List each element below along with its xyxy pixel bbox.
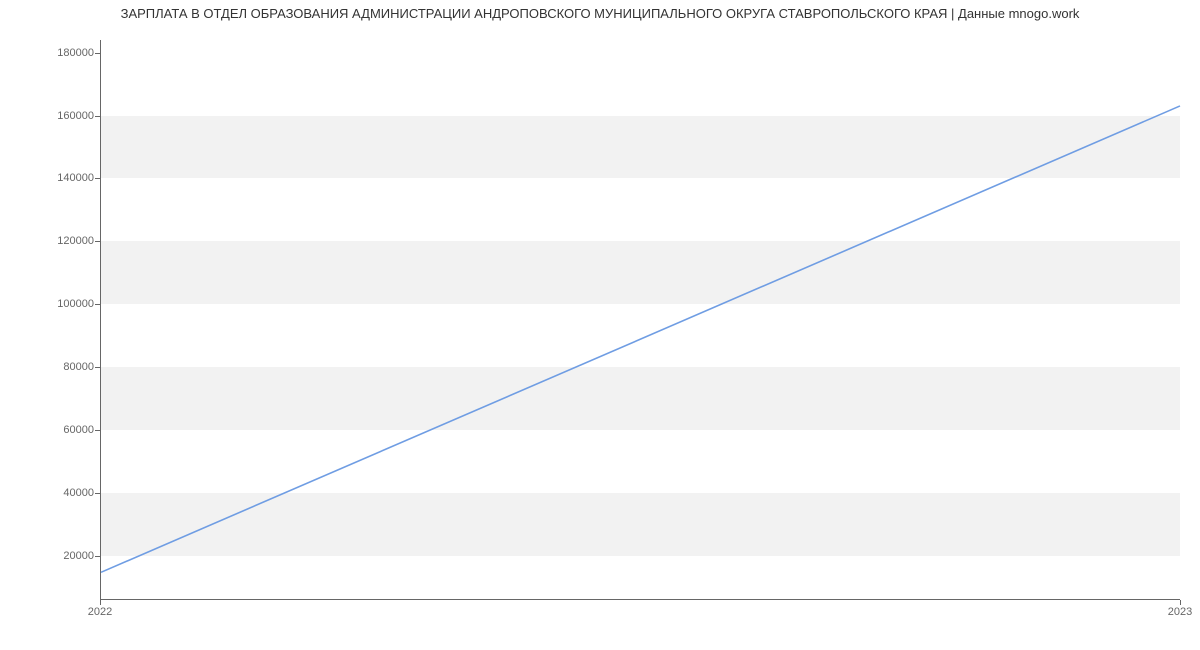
x-tick-mark: [1180, 600, 1181, 605]
y-tick-label: 20000: [34, 550, 94, 562]
y-tick-label: 60000: [34, 424, 94, 436]
y-tick-label: 100000: [34, 298, 94, 310]
y-tick-label: 140000: [34, 172, 94, 184]
y-tick-mark: [95, 430, 100, 431]
y-tick-mark: [95, 116, 100, 117]
y-tick-mark: [95, 493, 100, 494]
x-tick-label: 2022: [88, 606, 112, 618]
chart-container: ЗАРПЛАТА В ОТДЕЛ ОБРАЗОВАНИЯ АДМИНИСТРАЦ…: [0, 0, 1200, 650]
x-tick-label: 2023: [1168, 606, 1192, 618]
y-tick-label: 180000: [34, 47, 94, 59]
y-tick-label: 160000: [34, 110, 94, 122]
y-tick-mark: [95, 241, 100, 242]
plot-area: [100, 40, 1180, 600]
y-tick-mark: [95, 304, 100, 305]
y-tick-mark: [95, 367, 100, 368]
y-tick-label: 120000: [34, 235, 94, 247]
y-tick-mark: [95, 53, 100, 54]
y-tick-label: 80000: [34, 361, 94, 373]
y-tick-mark: [95, 556, 100, 557]
chart-title: ЗАРПЛАТА В ОТДЕЛ ОБРАЗОВАНИЯ АДМИНИСТРАЦ…: [0, 6, 1200, 21]
y-tick-label: 40000: [34, 487, 94, 499]
line-series: [101, 40, 1180, 599]
x-tick-mark: [100, 600, 101, 605]
y-tick-mark: [95, 178, 100, 179]
series-line: [101, 106, 1180, 572]
